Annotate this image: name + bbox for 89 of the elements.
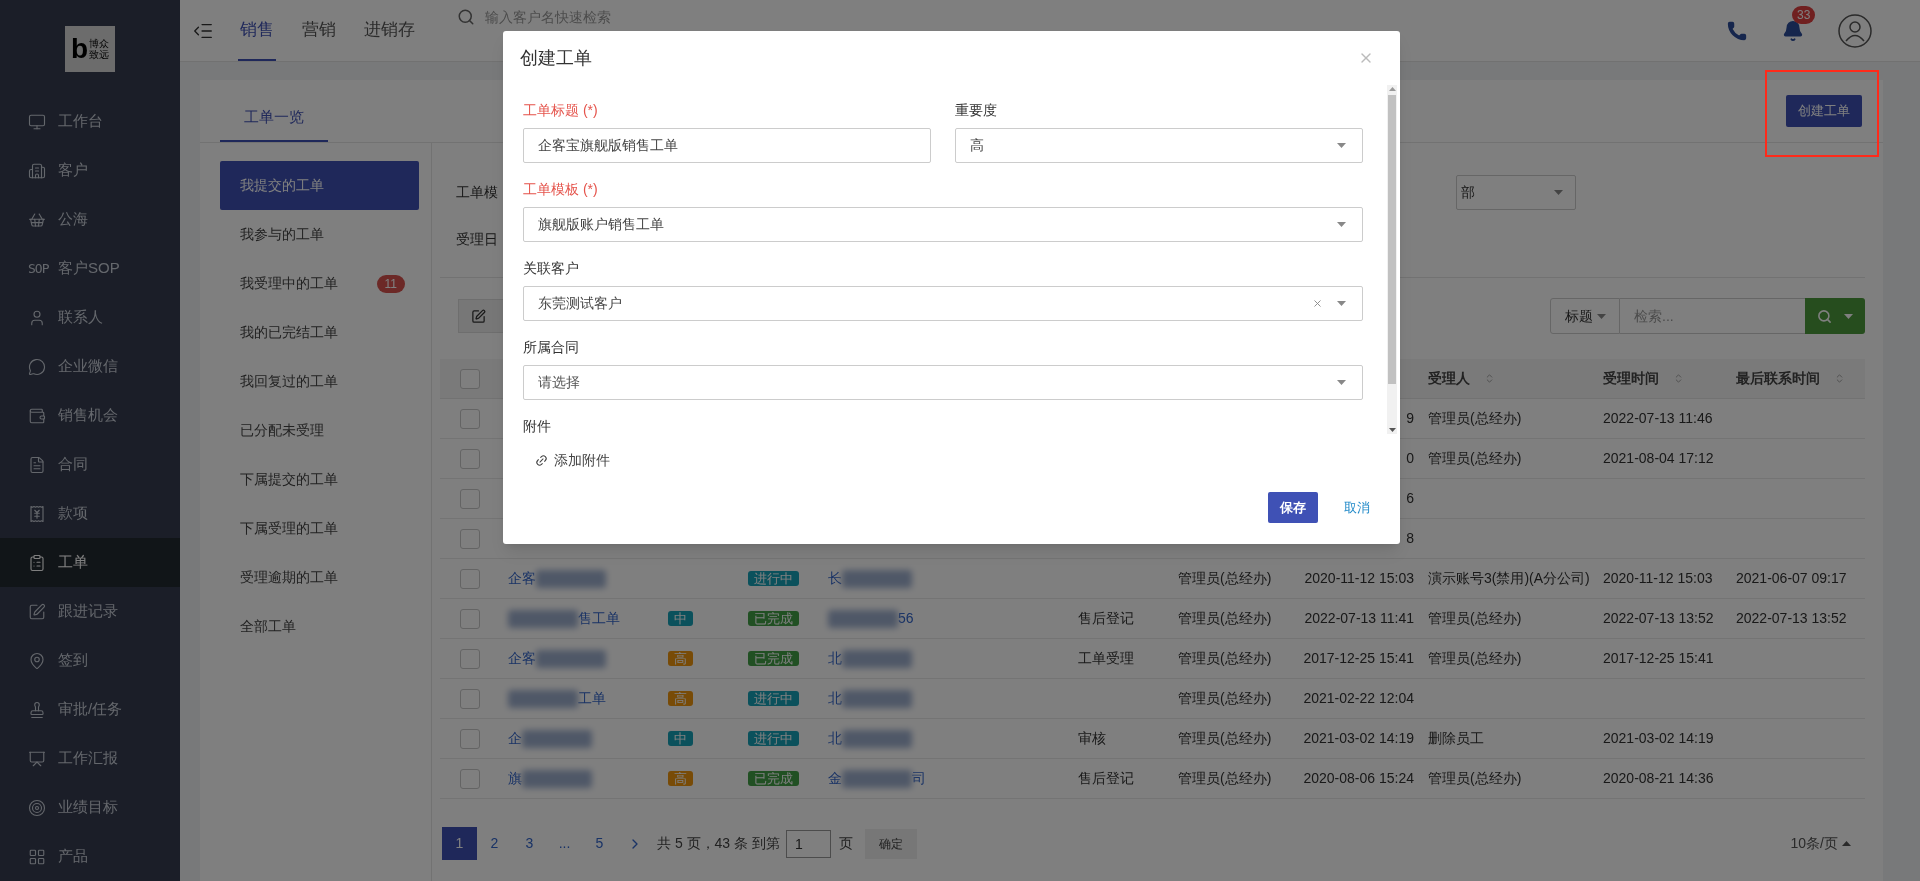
sidebar-label: 客户 bbox=[58, 160, 88, 181]
table-cell: 2017-12-25 15:41 bbox=[1603, 650, 1714, 666]
table-cell-text: 0 bbox=[1406, 449, 1414, 468]
sidebar-label: 业绩目标 bbox=[58, 797, 118, 818]
table-cell: 管理员(总经办) bbox=[1178, 690, 1272, 706]
menu-label: 我回复过的工单 bbox=[240, 372, 338, 391]
table-cell-text: 2020-08-06 15:24 bbox=[1303, 769, 1414, 788]
sidebar-label: 客户SOP bbox=[58, 258, 120, 279]
table-cell: 演示账号3(禁用)(A分公司) bbox=[1428, 570, 1590, 586]
logo-text: 致远 bbox=[89, 48, 110, 60]
table-cell: 管理员(总经办) bbox=[1178, 770, 1272, 786]
table-cell: 管理员(总经办) bbox=[1428, 450, 1522, 466]
table-cell: 2020-11-12 15:03 bbox=[1603, 570, 1713, 586]
sidebar-label: 企业微信 bbox=[58, 356, 118, 377]
table-cell: 售后登记 bbox=[1078, 610, 1134, 626]
sidebar-label: 合同 bbox=[58, 454, 88, 475]
table-cell-text: 2017-12-25 15:41 bbox=[1303, 649, 1414, 668]
sidebar-label: 销售机会 bbox=[58, 405, 118, 426]
table-cell: 管理员(总经办) bbox=[1178, 570, 1272, 586]
table-cell-text: 9 bbox=[1406, 409, 1414, 428]
sidebar-label: 工作汇报 bbox=[58, 748, 118, 769]
page-unit: 页 bbox=[838, 834, 853, 853]
filter-label: 受理日 bbox=[456, 230, 498, 249]
sidebar-label: 跟进记录 bbox=[58, 601, 118, 622]
table-cell: 管理员(总经办) bbox=[1428, 610, 1522, 626]
table-cell: 删除员工 bbox=[1428, 730, 1484, 746]
status-tag: 已完成 bbox=[748, 651, 799, 666]
table-cell: 管理员(总经办) bbox=[1178, 650, 1272, 666]
filter-label: 工单模 bbox=[456, 183, 498, 202]
menu-label: 我提交的工单 bbox=[240, 176, 324, 195]
table-cell: 2022-07-13 11:46 bbox=[1603, 410, 1713, 426]
status-tag: 高 bbox=[668, 651, 693, 666]
logo-text: 博众 bbox=[89, 37, 110, 49]
field-label: 工单标题 (*) bbox=[523, 101, 599, 120]
table-cell-text: 8 bbox=[1406, 529, 1414, 548]
table-cell-text: 2022-07-13 11:41 bbox=[1304, 609, 1414, 628]
status-tag: 进行中 bbox=[748, 731, 799, 746]
table-cell: 管理员(总经办) bbox=[1428, 410, 1522, 426]
table-cell-text: 6 bbox=[1406, 489, 1414, 508]
sidebar-label: 签到 bbox=[58, 650, 88, 671]
notification-badge: 33 bbox=[1792, 5, 1816, 24]
field-label: 附件 bbox=[523, 417, 552, 436]
count-badge: 11 bbox=[376, 274, 405, 293]
pagination-info: 共 5 页，43 条 到第 bbox=[657, 834, 780, 853]
table-cell-text: 2021-03-02 14:19 bbox=[1303, 729, 1414, 748]
table-cell: 审核 bbox=[1078, 730, 1106, 746]
menu-label: 全部工单 bbox=[240, 617, 296, 636]
table-cell: 售后登记 bbox=[1078, 770, 1134, 786]
table-cell: 2022-07-13 13:52 bbox=[1736, 610, 1847, 626]
status-tag: 中 bbox=[668, 731, 693, 746]
sidebar-label: 工单 bbox=[58, 552, 88, 573]
field-label: 所属合同 bbox=[523, 338, 580, 357]
table-cell: 2021-03-02 14:19 bbox=[1603, 730, 1714, 746]
table-cell: 管理员(总经办) bbox=[1428, 770, 1522, 786]
status-tag: 进行中 bbox=[748, 571, 799, 586]
sidebar-label: 款项 bbox=[58, 503, 88, 524]
menu-label: 下属提交的工单 bbox=[240, 470, 338, 489]
sidebar-label: 工作台 bbox=[58, 111, 103, 132]
table-cell: 2021-06-07 09:17 bbox=[1736, 570, 1847, 586]
sidebar-label: 公海 bbox=[58, 209, 88, 230]
status-tag: 已完成 bbox=[748, 611, 799, 626]
table-cell: 管理员(总经办) bbox=[1428, 650, 1522, 666]
status-tag: 已完成 bbox=[748, 771, 799, 786]
menu-label: 我受理中的工单 bbox=[240, 274, 338, 293]
sidebar-label: 审批/任务 bbox=[58, 699, 123, 720]
table-cell: 管理员(总经办) bbox=[1178, 730, 1272, 746]
menu-label: 下属受理的工单 bbox=[240, 519, 338, 538]
status-tag: 进行中 bbox=[748, 691, 799, 706]
menu-label: 受理逾期的工单 bbox=[240, 568, 338, 587]
table-cell: 2022-07-13 13:52 bbox=[1603, 610, 1714, 626]
table-cell-text: 2020-11-12 15:03 bbox=[1304, 569, 1414, 588]
field-label: 工单模板 (*) bbox=[523, 180, 599, 199]
logo-letter: b bbox=[70, 34, 89, 63]
table-cell: 2020-08-21 14:36 bbox=[1603, 770, 1714, 786]
sidebar-label: 产品 bbox=[58, 846, 88, 867]
field-label: 重要度 bbox=[955, 101, 998, 120]
status-tag: 高 bbox=[668, 691, 693, 706]
dialog-title: 创建工单 bbox=[520, 46, 592, 70]
status-tag: 中 bbox=[668, 611, 693, 626]
table-cell: 2021-08-04 17:12 bbox=[1603, 450, 1714, 466]
menu-label: 我参与的工单 bbox=[240, 225, 324, 244]
sidebar-label: 联系人 bbox=[58, 307, 103, 328]
field-label: 关联客户 bbox=[523, 259, 580, 278]
table-cell-text: 2021-02-22 12:04 bbox=[1303, 689, 1414, 708]
table-cell: 工单受理 bbox=[1078, 650, 1134, 666]
table-cell: 管理员(总经办) bbox=[1178, 610, 1272, 626]
status-tag: 高 bbox=[668, 771, 693, 786]
menu-label: 已分配未受理 bbox=[240, 421, 324, 440]
menu-label: 我的已完结工单 bbox=[240, 323, 338, 342]
